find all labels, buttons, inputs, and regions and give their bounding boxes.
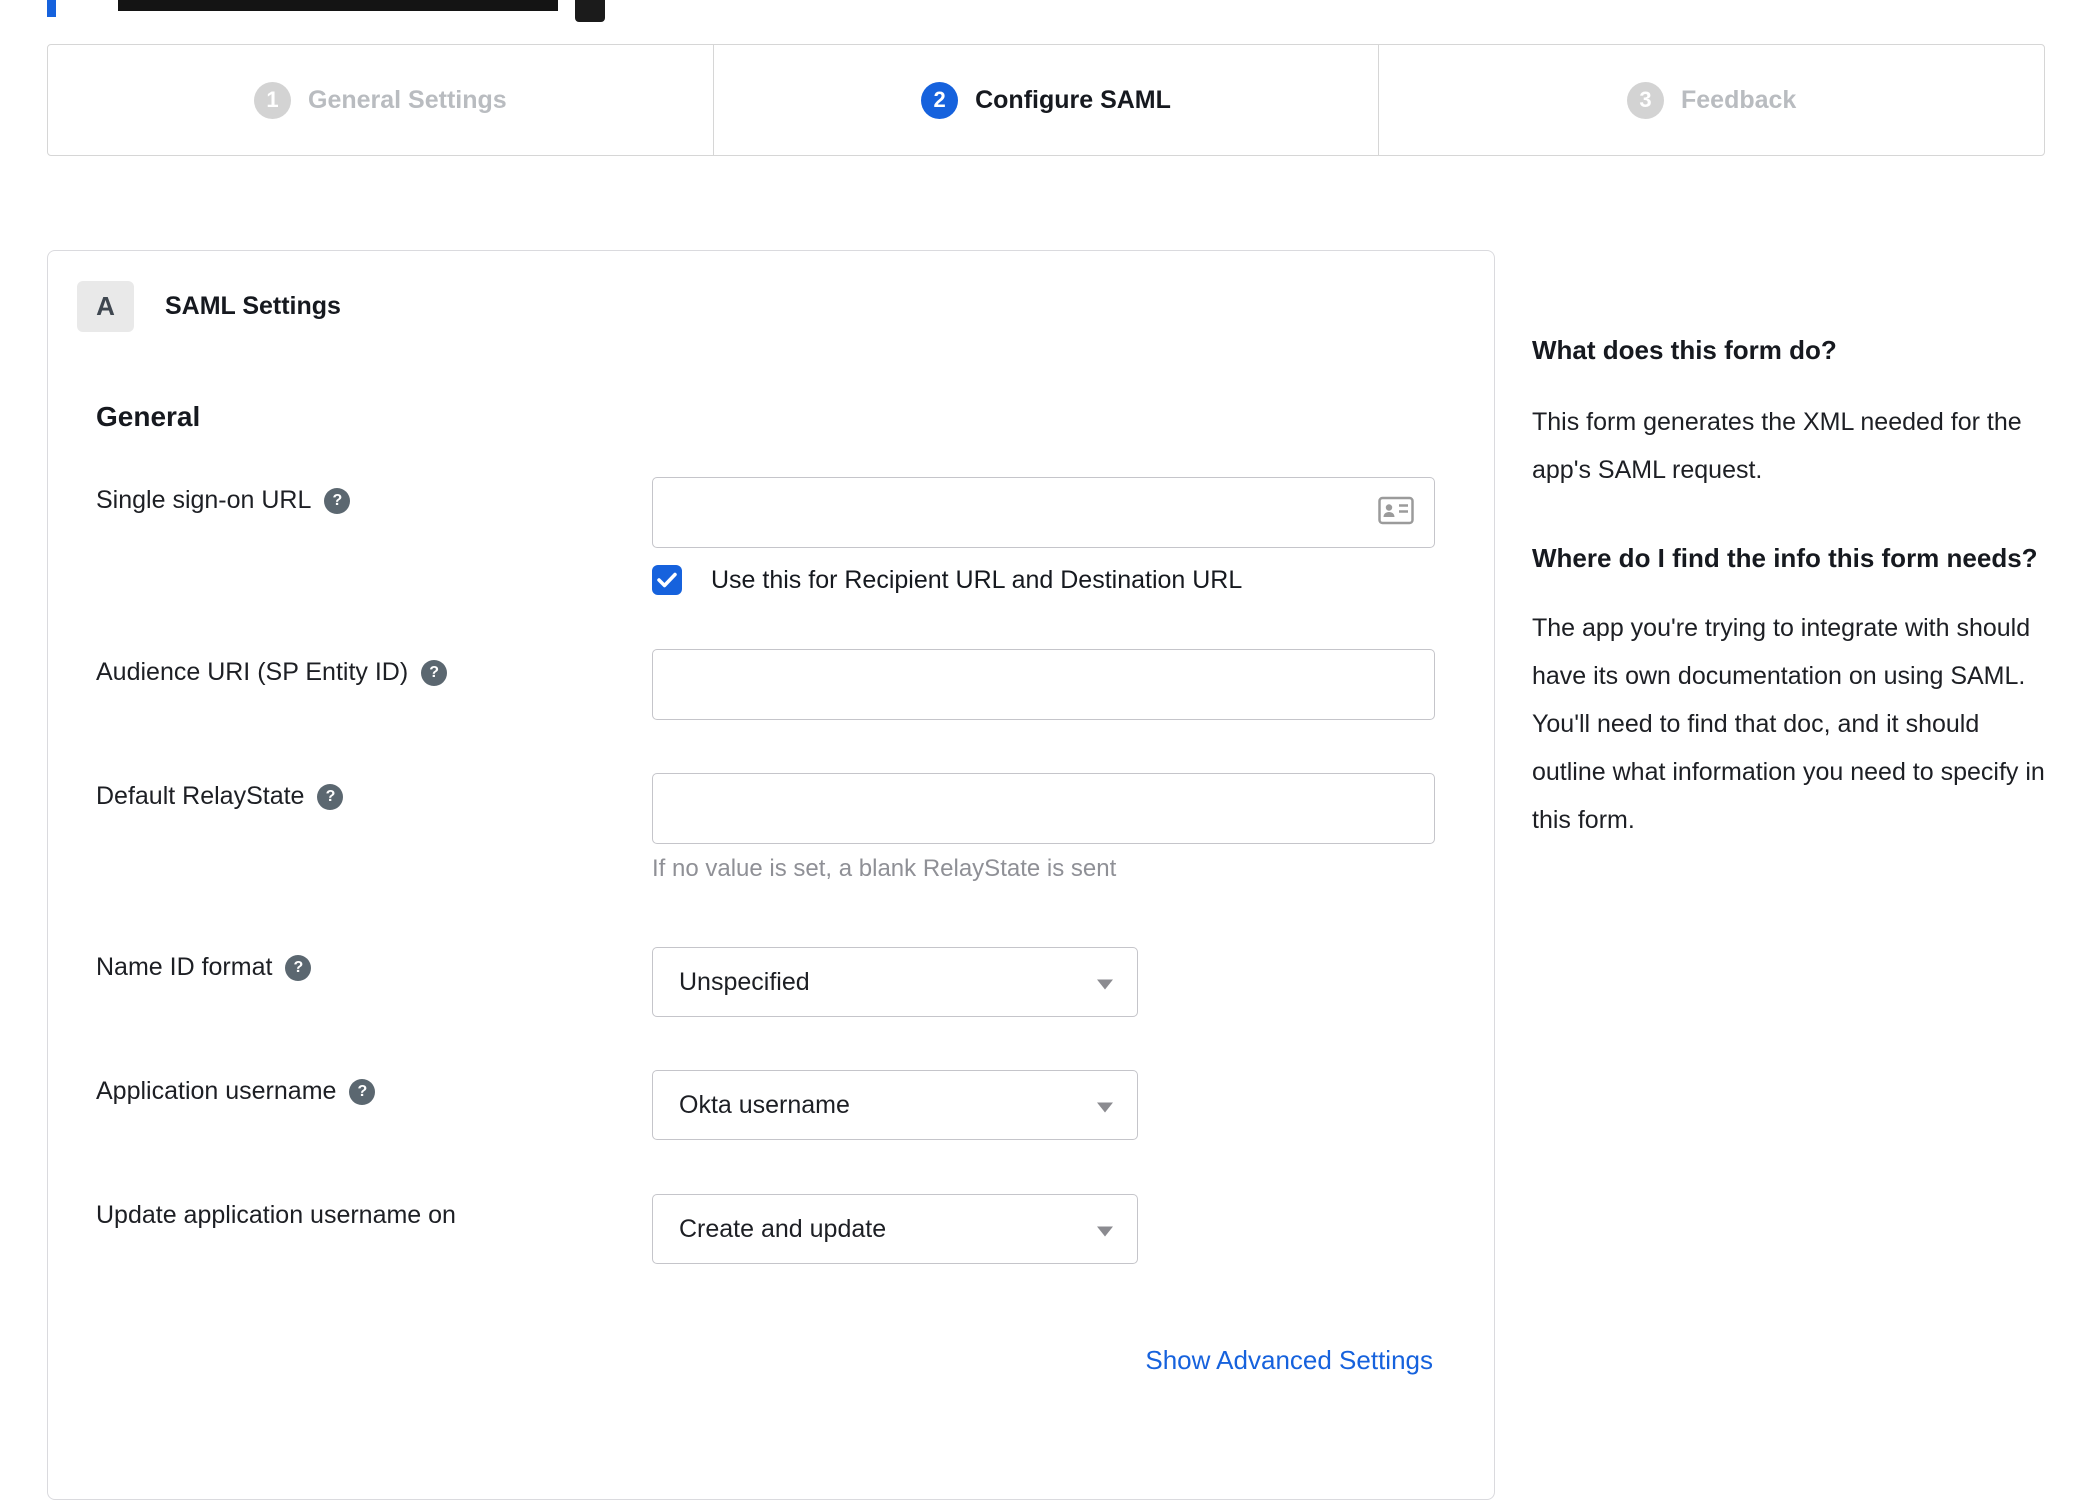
step-general-settings[interactable]: 1 General Settings (48, 45, 713, 155)
cropped-lock-icon (575, 0, 605, 22)
section-a-badge: A (77, 281, 134, 332)
application-username-value: Okta username (679, 1090, 850, 1119)
help-icon[interactable]: ? (349, 1078, 376, 1105)
step-2-circle: 2 (921, 81, 959, 119)
cropped-title-fragment-blue (47, 0, 56, 17)
audience-uri-input[interactable] (653, 650, 1434, 719)
panel-title: SAML Settings (165, 292, 341, 320)
help-icon[interactable]: ? (317, 783, 344, 810)
chevron-down-icon (1097, 1102, 1113, 1113)
name-id-format-label-row: Name ID format ? (96, 953, 312, 982)
update-username-value: Create and update (679, 1214, 887, 1243)
sidebar-question-1: What does this form do? (1532, 335, 1837, 365)
cropped-title-fragment-text (118, 0, 558, 11)
update-username-label-row: Update application username on (96, 1201, 456, 1230)
relaystate-label: Default RelayState (96, 782, 305, 810)
help-icon[interactable]: ? (324, 487, 351, 514)
sidebar-question-2: Where do I find the info this form needs… (1532, 543, 2038, 573)
application-username-label-row: Application username ? (96, 1077, 376, 1106)
update-username-select[interactable]: Create and update (652, 1194, 1138, 1264)
relaystate-input-wrap (652, 773, 1435, 844)
step-3-circle: 3 (1627, 81, 1664, 119)
name-id-format-value: Unspecified (679, 967, 810, 996)
sso-url-input-wrap (652, 477, 1435, 548)
step-configure-saml[interactable]: 2 Configure SAML (712, 45, 1379, 155)
sso-url-input[interactable] (653, 478, 1434, 547)
step-2-label: Configure SAML (975, 85, 1171, 114)
step-1-label: General Settings (308, 85, 507, 114)
audience-uri-input-wrap (652, 649, 1435, 720)
recipient-url-checkbox[interactable] (652, 565, 682, 595)
checkmark-icon (657, 572, 677, 588)
step-3-label: Feedback (1681, 85, 1797, 114)
show-advanced-settings-link[interactable]: Show Advanced Settings (1145, 1345, 1433, 1376)
sidebar-answer-2: The app you're trying to integrate with … (1532, 614, 2045, 834)
wizard-stepper: 1 General Settings 2 Configure SAML 3 Fe… (47, 44, 2045, 156)
sso-url-label-row: Single sign-on URL ? (96, 486, 351, 515)
relaystate-input[interactable] (653, 774, 1434, 843)
update-username-label: Update application username on (96, 1201, 456, 1229)
step-1-circle: 1 (254, 81, 291, 119)
chevron-down-icon (1097, 979, 1113, 990)
general-section-title: General (96, 401, 201, 432)
application-username-label: Application username (96, 1077, 337, 1105)
chevron-down-icon (1097, 1226, 1113, 1237)
contact-card-icon (1378, 496, 1414, 529)
recipient-url-checkbox-row: Use this for Recipient URL and Destinati… (652, 565, 1242, 595)
sidebar-answer-1: This form generates the XML needed for t… (1532, 408, 2022, 484)
sso-url-label: Single sign-on URL (96, 486, 312, 514)
saml-settings-panel: A SAML Settings General Single sign-on U… (47, 250, 1495, 1500)
help-icon[interactable]: ? (285, 954, 312, 981)
recipient-url-checkbox-label: Use this for Recipient URL and Destinati… (711, 565, 1243, 594)
help-icon[interactable]: ? (421, 659, 448, 686)
name-id-format-label: Name ID format (96, 953, 273, 981)
relaystate-hint: If no value is set, a blank RelayState i… (652, 855, 1117, 882)
audience-uri-label: Audience URI (SP Entity ID) (96, 658, 409, 686)
step-feedback[interactable]: 3 Feedback (1378, 45, 2044, 155)
audience-uri-label-row: Audience URI (SP Entity ID) ? (96, 658, 448, 687)
relaystate-label-row: Default RelayState ? (96, 782, 344, 811)
name-id-format-select[interactable]: Unspecified (652, 947, 1138, 1017)
help-sidebar: What does this form do? This form genera… (1532, 330, 2052, 844)
application-username-select[interactable]: Okta username (652, 1070, 1138, 1140)
